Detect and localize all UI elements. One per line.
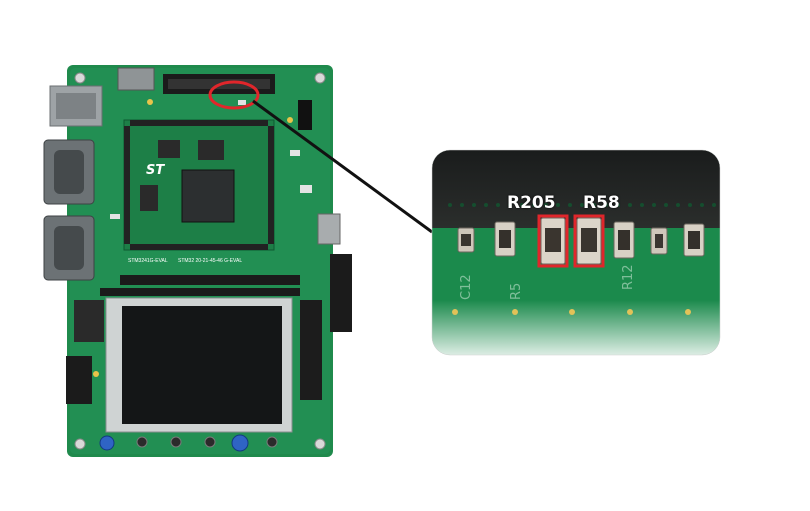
- callout-label-r205: R205: [507, 193, 556, 213]
- svg-text:R5: R5: [509, 283, 524, 300]
- mounting-hole: [74, 72, 86, 84]
- sd-card-slot: [117, 67, 155, 91]
- potentiometer-icon: [99, 435, 115, 451]
- callout-label-r58: R58: [583, 193, 620, 213]
- mcu-chip: [181, 169, 235, 223]
- st-logo: ST: [146, 163, 165, 178]
- usb-connector: [317, 213, 341, 245]
- key-button: [266, 436, 278, 448]
- figure-svg: ST STM3241G-EVAL STM32 20-21-45-46 G-EVA…: [43, 65, 721, 457]
- expansion-header-row: [120, 275, 300, 285]
- mounting-hole: [74, 438, 86, 450]
- mounting-hole: [314, 438, 326, 450]
- figure: ST STM3241G-EVAL STM32 20-21-45-46 G-EVA…: [0, 0, 810, 506]
- audio-jack: [66, 356, 92, 404]
- svg-text:R12: R12: [621, 264, 636, 290]
- lcd-screen: [122, 306, 282, 424]
- side-header-connector: [330, 254, 352, 332]
- mounting-hole: [314, 72, 326, 84]
- joystick-icon: [231, 434, 249, 452]
- silkscreen-right: STM32 20-21-45-46 G-EVAL: [178, 258, 242, 264]
- svg-text:C12: C12: [459, 274, 474, 300]
- eval-board: ST STM3241G-EVAL STM32 20-21-45-46 G-EVA…: [43, 65, 352, 457]
- reset-button: [136, 436, 148, 448]
- silkscreen-left: STM3241G-EVAL: [128, 258, 168, 264]
- zoom-view: C12 R5 R12: [431, 149, 721, 356]
- wakeup-button: [170, 436, 182, 448]
- tamper-button: [204, 436, 216, 448]
